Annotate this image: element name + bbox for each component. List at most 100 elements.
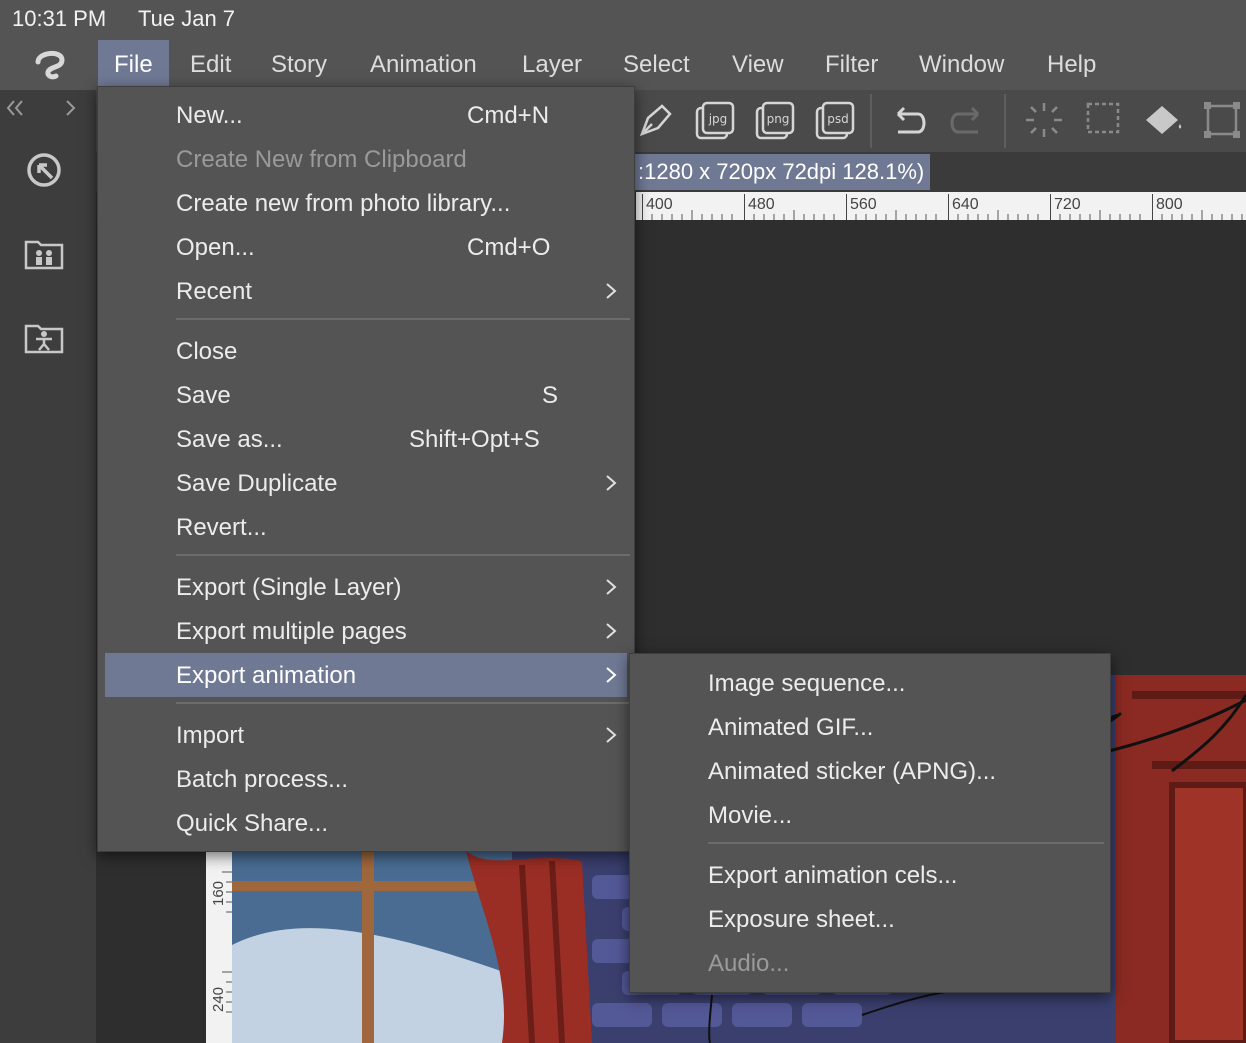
menu-item-close[interactable]: Close [98,329,634,373]
redo-icon[interactable] [946,100,990,140]
chevron-right-icon [606,727,617,743]
status-date: Tue Jan 7 [138,6,236,31]
submenu-item-label: Audio... [708,950,790,977]
menu-item-export-animation[interactable]: Export animation [105,653,627,697]
menu-item-label: Save Duplicate [176,470,338,497]
expand-right-icon[interactable] [64,98,78,118]
menu-item-label: Export multiple pages [176,618,407,645]
fill-icon[interactable] [1142,100,1186,140]
menu-item-new[interactable]: New... Cmd+N [98,93,634,137]
chevron-right-icon [606,623,617,639]
material-folder-icon[interactable] [22,232,66,276]
file-menu: New... Cmd+N Create New from Clipboard C… [97,86,635,852]
menu-item-shortcut: S [542,382,559,409]
app-logo-icon[interactable] [28,46,72,84]
export-psd-icon[interactable]: psd [814,100,858,140]
left-sidebar [0,90,96,1043]
menu-item-shortcut: Shift+Opt+S [409,426,540,453]
menu-item-label: Create New from Clipboard [176,146,467,173]
menu-item-label: Import [176,722,245,749]
submenu-item-label: Exposure sheet... [708,906,895,933]
menu-item-label: Close [176,338,238,365]
selection-icon[interactable] [1082,100,1126,140]
pen-icon[interactable] [634,100,678,140]
menu-item-label: Save as... [176,426,283,453]
menu-item-export-multiple-pages[interactable]: Export multiple pages [98,609,634,653]
chevron-right-icon [606,667,617,683]
menu-file[interactable]: File [98,40,169,90]
menu-item-label: Revert... [176,514,267,541]
menu-item-label: Batch process... [176,766,349,793]
menu-item-quick-share[interactable]: Quick Share... [98,801,634,845]
menu-item-revert[interactable]: Revert... [98,505,634,549]
submenu-item-movie[interactable]: Movie... [630,793,1108,837]
chevron-right-icon [606,579,617,595]
menu-item-label: New... [176,102,243,129]
menu-filter[interactable]: Filter [809,40,894,90]
menu-item-shortcut: Cmd+O [467,234,551,261]
menu-item-save[interactable]: Save S [98,373,634,417]
export-png-label: png [767,112,790,126]
chevron-right-icon [606,475,617,491]
vertical-ruler: 160 240 [206,852,232,1043]
submenu-item-exposure-sheet[interactable]: Exposure sheet... [630,897,1108,941]
menu-separator [176,702,630,704]
menu-item-save-as[interactable]: Save as... Shift+Opt+S [98,417,634,461]
menu-help[interactable]: Help [1031,40,1112,90]
submenu-item-label: Movie... [708,802,793,829]
submenu-item-label: Image sequence... [708,670,906,697]
menu-select[interactable]: Select [607,40,706,90]
canvas-tab-title[interactable]: :1280 x 720px 72dpi 128.1%) [632,154,930,190]
menu-separator [176,554,630,556]
submenu-item-export-animation-cels[interactable]: Export animation cels... [630,853,1108,897]
export-png-icon[interactable]: png [754,100,798,140]
export-animation-submenu: Image sequence... Animated GIF... Animat… [629,653,1111,993]
menu-item-label: Export (Single Layer) [176,574,402,601]
menu-item-recent[interactable]: Recent [98,269,634,313]
export-jpg-icon[interactable]: jpg [694,100,738,140]
menu-item-create-new-from-photo-library[interactable]: Create new from photo library... [98,181,634,225]
menu-item-label: Open... [176,234,255,261]
menu-item-save-duplicate[interactable]: Save Duplicate [98,461,634,505]
quick-access-icon[interactable] [22,148,66,192]
menu-item-import[interactable]: Import [98,713,634,757]
horizontal-ruler: 400 480 560 640 720 800 [636,192,1246,220]
toolbar-divider [870,94,872,148]
submenu-item-audio: Audio... [630,941,1108,985]
status-bar: 10:31 PM Tue Jan 7 [0,0,1246,40]
submenu-item-label: Animated sticker (APNG)... [708,758,997,785]
loading-icon[interactable] [1022,100,1066,140]
menu-view[interactable]: View [716,40,800,90]
menu-separator [708,842,1104,844]
ruler-ticks [651,210,1243,220]
collapse-left-icon[interactable] [4,98,26,118]
menu-bar: File Edit Story Animation Layer Select V… [0,40,1246,90]
submenu-item-image-sequence[interactable]: Image sequence... [630,661,1108,705]
transform-icon[interactable] [1200,100,1244,140]
menu-edit[interactable]: Edit [174,40,247,90]
toolbar-divider [1004,94,1006,148]
menu-window[interactable]: Window [903,40,1020,90]
status-time: 10:31 PM [12,6,107,31]
menu-item-shortcut: Cmd+N [467,102,550,129]
menu-item-batch-process[interactable]: Batch process... [98,757,634,801]
export-jpg-label: jpg [708,112,728,126]
undo-icon[interactable] [886,100,930,140]
submenu-item-animated-sticker-apng[interactable]: Animated sticker (APNG)... [630,749,1108,793]
menu-layer[interactable]: Layer [506,40,598,90]
export-psd-label: psd [827,112,849,126]
menu-item-export-single-layer[interactable]: Export (Single Layer) [98,565,634,609]
menu-story[interactable]: Story [255,40,343,90]
chevron-right-icon [606,283,617,299]
menu-item-label: Create new from photo library... [176,190,511,217]
submenu-item-label: Animated GIF... [708,714,874,741]
menu-separator [176,318,630,320]
menu-animation[interactable]: Animation [354,40,493,90]
menu-item-label: Save [176,382,231,409]
menu-item-label: Quick Share... [176,810,329,837]
menu-item-label: Recent [176,278,253,305]
pose-folder-icon[interactable] [22,316,66,360]
menu-item-open[interactable]: Open... Cmd+O [98,225,634,269]
submenu-item-animated-gif[interactable]: Animated GIF... [630,705,1108,749]
menu-item-create-new-from-clipboard: Create New from Clipboard [98,137,634,181]
